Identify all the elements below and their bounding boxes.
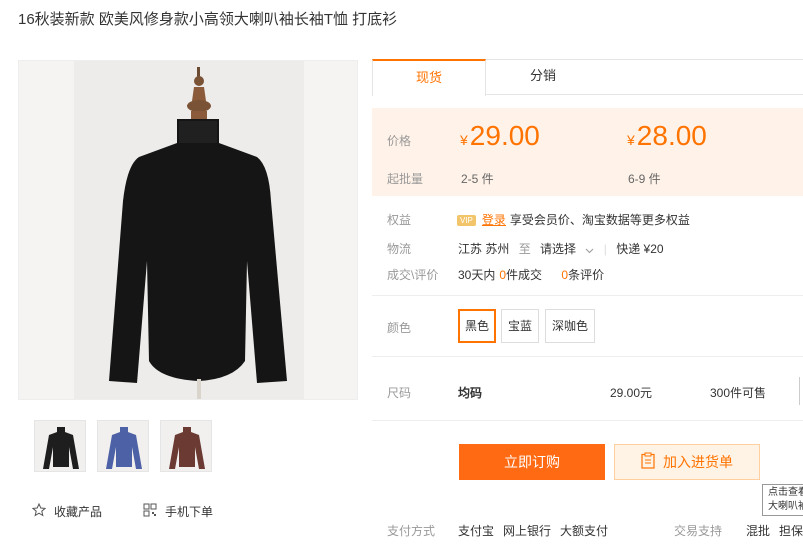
rights-text: 享受会员价、淘宝数据等更多权益 [509, 213, 690, 227]
deals-label: 成交\评价 [387, 268, 439, 282]
to-text: 至 [518, 242, 531, 256]
quantity-range-1: 2-5 件 [461, 172, 494, 186]
thumbnail-brown[interactable] [160, 420, 212, 472]
rights-row: VIP 登录 享受会员价、淘宝数据等更多权益 [457, 211, 690, 228]
login-link[interactable]: 登录 [482, 213, 506, 227]
deal-suffix: 件成交 [506, 268, 543, 282]
payment-method-online-bank: 网上银行 [503, 524, 552, 538]
size-label: 尺码 [387, 386, 412, 400]
review-suffix: 条评价 [568, 268, 605, 282]
thumbnail-blue[interactable] [97, 420, 149, 472]
payment-method-alipay: 支付宝 [458, 524, 495, 538]
origin-location: 江苏 苏州 [458, 242, 510, 256]
payment-method-large: 大额支付 [560, 524, 609, 538]
thumbnail-black[interactable] [34, 420, 86, 472]
price-panel: 价格 起批量 ¥29.00 ¥28.00 2-5 件 6-9 件 [372, 108, 803, 196]
price-value: 29.00 [469, 120, 540, 151]
color-option-black[interactable]: 黑色 [458, 309, 497, 343]
add-to-cart-label: 加入进货单 [663, 454, 733, 470]
trade-item-guarantee: 担保 [779, 524, 803, 538]
product-title: 16秋装新款 欧美风修身款小高领大喇叭袖长袖T恤 打底衫 [18, 11, 398, 28]
color-option-royal-blue[interactable]: 宝蓝 [501, 309, 540, 343]
divider [372, 420, 803, 421]
logistics-label: 物流 [387, 242, 412, 256]
tab-in-stock[interactable]: 现货 [372, 59, 486, 96]
price-tier-1: ¥29.00 [460, 120, 540, 152]
divider [372, 295, 803, 296]
moq-label: 起批量 [387, 172, 424, 186]
quantity-stepper-edge[interactable] [799, 377, 803, 405]
price-value: 28.00 [636, 120, 707, 151]
payment-label: 支付方式 [387, 524, 436, 538]
rights-label: 权益 [387, 213, 412, 227]
clipboard-icon [641, 452, 655, 472]
express-fee: 快递 ¥20 [616, 242, 664, 256]
quantity-range-2: 6-9 件 [628, 172, 661, 186]
deals-row: 30天内 0件成交 0条评价 [458, 266, 604, 283]
trade-item-mixed: 混批 [746, 524, 771, 538]
destination-select[interactable]: 请选择 [540, 242, 598, 256]
divider [372, 356, 803, 357]
currency-symbol: ¥ [460, 132, 468, 148]
destination-label: 请选择 [540, 242, 577, 256]
tooltip: 点击查看 大喇叭袖 [762, 484, 803, 516]
qrcode-icon [143, 503, 157, 520]
color-option-dark-coffee[interactable]: 深咖色 [545, 309, 596, 343]
favorite-product-button[interactable]: 收藏产品 [31, 502, 103, 520]
main-product-image[interactable] [18, 60, 358, 400]
size-price: 29.00元 [610, 386, 653, 400]
size-stock: 300件可售 [710, 386, 767, 400]
favorite-label: 收藏产品 [54, 505, 103, 519]
trade-support-label: 交易支持 [674, 524, 723, 538]
buy-now-button[interactable]: 立即订购 [459, 444, 605, 480]
price-label: 价格 [387, 134, 412, 148]
tooltip-line-1: 点击查看 [768, 487, 803, 498]
chevron-down-icon [585, 243, 594, 257]
logistics-row: 江苏 苏州 至 请选择 | 快递 ¥20 [458, 242, 664, 256]
tab-distribution[interactable]: 分销 [486, 59, 600, 95]
add-to-cart-button[interactable]: 加入进货单 [614, 444, 760, 480]
vip-badge: VIP [457, 215, 476, 227]
purchase-tabs: 现货 分销 [372, 59, 803, 96]
price-tier-2: ¥28.00 [627, 120, 707, 152]
star-icon [31, 502, 47, 520]
days-prefix: 30天内 [458, 268, 496, 282]
mobile-order-label: 手机下单 [165, 505, 214, 519]
color-label: 颜色 [387, 321, 412, 335]
size-value: 均码 [458, 386, 483, 400]
mobile-order-button[interactable]: 手机下单 [143, 503, 213, 520]
tooltip-line-2: 大喇叭袖 [768, 501, 803, 512]
currency-symbol: ¥ [627, 132, 635, 148]
